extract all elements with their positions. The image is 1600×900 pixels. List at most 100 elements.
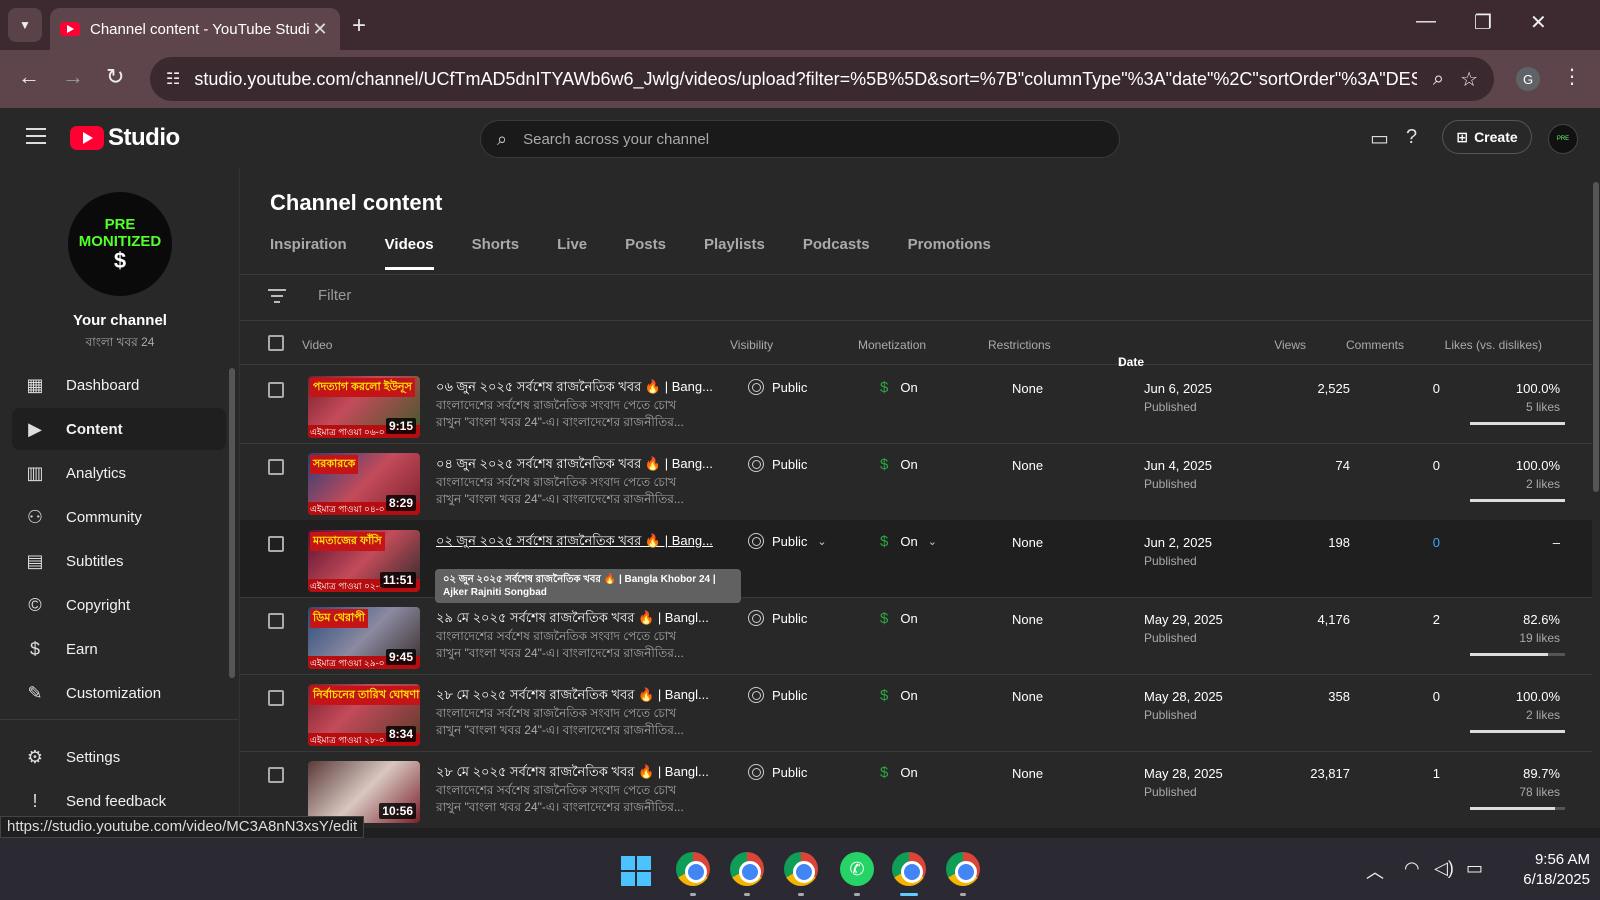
tab-playlists[interactable]: Playlists — [704, 236, 765, 270]
battery-icon[interactable]: ▭ — [1466, 858, 1483, 879]
monetization-cell[interactable]: $ On — [880, 687, 918, 704]
sidebar-item-copyright[interactable]: © Copyright — [12, 584, 226, 626]
video-thumbnail[interactable]: ডিম থেরাপী এইমাত্র পাওয়া ২৯-০ 9:45 — [308, 607, 420, 669]
browser-tab-active[interactable]: Channel content - YouTube Studio ✕ — [50, 8, 340, 50]
sidebar-item-subtitles[interactable]: ▤ Subtitles — [12, 540, 226, 582]
sidebar-item-community[interactable]: ⚇ Community — [12, 496, 226, 538]
row-checkbox[interactable] — [268, 767, 284, 783]
row-checkbox[interactable] — [268, 536, 284, 552]
tab-close-icon[interactable]: ✕ — [310, 19, 330, 40]
sidebar-item-content[interactable]: ▶ Content — [12, 408, 226, 450]
chrome-profile-3-icon[interactable] — [784, 852, 818, 886]
column-header-views[interactable]: Views — [1246, 338, 1306, 352]
column-header-monetization[interactable]: Monetization — [858, 338, 926, 352]
video-thumbnail[interactable]: মমতাজের ফাঁসি এইমাত্র পাওয়া ০২-০ 11:51 — [308, 530, 420, 592]
tab-videos[interactable]: Videos — [384, 236, 434, 270]
visibility-cell[interactable]: Public ⌄ — [748, 533, 827, 549]
chrome-profile-1-icon[interactable] — [676, 852, 710, 886]
url-text[interactable]: studio.youtube.com/channel/UCfTmAD5dnITY… — [194, 69, 1417, 90]
table-row[interactable]: পদত্যাগ করলো ইউনূস এইমাত্র পাওয়া ০৬-০ 9:1… — [240, 366, 1592, 444]
sidebar-scrollbar[interactable] — [229, 368, 235, 678]
search-input[interactable] — [523, 130, 1084, 148]
tab-search-button[interactable]: ▼ — [8, 8, 42, 42]
chrome-profile-2-icon[interactable] — [730, 852, 764, 886]
main-scrollbar[interactable] — [1592, 168, 1600, 828]
new-tab-icon[interactable]: + — [352, 12, 366, 40]
sidebar-item-customization[interactable]: ✎ Customization — [12, 672, 226, 714]
video-title-link[interactable]: ২৮ মে ২০২৫ সর্বশেষ রাজনৈতিক খবর 🔥 | Bang… — [436, 686, 716, 707]
browser-profile-avatar[interactable]: G — [1516, 67, 1540, 91]
filter-input[interactable] — [318, 287, 517, 304]
video-title-link[interactable]: ০৪ জুন ২০২৫ সর্বশেষ রাজনৈতিক খবর 🔥 | Ban… — [436, 455, 716, 476]
monetization-cell[interactable]: $ On ⌄ — [880, 533, 937, 550]
sidebar-item-analytics[interactable]: ▥ Analytics — [12, 452, 226, 494]
monetization-cell[interactable]: $ On — [880, 610, 918, 627]
channel-avatar[interactable]: PRE MONITIZED $ — [68, 192, 172, 296]
visibility-cell[interactable]: Public — [748, 764, 807, 780]
visibility-cell[interactable]: Public — [748, 687, 807, 703]
help-icon[interactable]: ? — [1406, 126, 1417, 149]
comments-value[interactable]: 0 — [1380, 535, 1440, 550]
minimize-icon[interactable]: — — [1416, 10, 1436, 33]
video-title-link[interactable]: ২৯ মে ২০২৫ সর্বশেষ রাজনৈতিক খবর 🔥 | Bang… — [436, 609, 716, 630]
table-row[interactable]: সরকারকে এইমাত্র পাওয়া ০৪-০ 8:29 ০৪ জুন ২০২… — [240, 443, 1592, 521]
back-icon[interactable]: ← — [18, 64, 40, 90]
zoom-icon[interactable]: ⌕ — [1433, 68, 1444, 91]
filter-icon[interactable] — [268, 289, 286, 303]
channel-search[interactable]: ⌕ — [480, 120, 1120, 158]
table-row[interactable]: নির্বাচনের তারিখ ঘোষণা এইমাত্র পাওয়া ২৮-… — [240, 674, 1592, 752]
sidebar-item-settings[interactable]: ⚙ Settings — [12, 736, 226, 778]
window-close-icon[interactable]: ✕ — [1530, 10, 1547, 35]
video-title-link[interactable]: ০২ জুন ২০২৫ সর্বশেষ রাজনৈতিক খবর 🔥 | Ban… — [436, 532, 716, 553]
tab-shorts[interactable]: Shorts — [472, 236, 520, 270]
taskbar-clock[interactable]: 9:56 AM 6/18/2025 — [1496, 850, 1590, 890]
chrome-active-icon[interactable] — [892, 852, 926, 886]
tab-promotions[interactable]: Promotions — [908, 236, 991, 270]
address-bar[interactable]: ☷ studio.youtube.com/channel/UCfTmAD5dnI… — [150, 57, 1494, 101]
sidebar-item-earn[interactable]: $ Earn — [12, 628, 226, 670]
monetization-cell[interactable]: $ On — [880, 764, 918, 781]
studio-logo[interactable]: Studio — [70, 124, 180, 152]
sidebar-item-dashboard[interactable]: ▦ Dashboard — [12, 364, 226, 406]
monetization-cell[interactable]: $ On — [880, 456, 918, 473]
chrome-profile-5-icon[interactable] — [946, 852, 980, 886]
site-settings-icon[interactable]: ☷ — [166, 69, 180, 89]
video-thumbnail[interactable]: সরকারকে এইমাত্র পাওয়া ০৪-০ 8:29 — [308, 453, 420, 515]
video-title-link[interactable]: ০৬ জুন ২০২৫ সর্বশেষ রাজনৈতিক খবর 🔥 | Ban… — [436, 378, 716, 399]
table-row[interactable]: ডিম থেরাপী এইমাত্র পাওয়া ২৯-০ 9:45 ২৯ মে ২… — [240, 597, 1592, 675]
wifi-icon[interactable]: ◠ — [1404, 858, 1420, 879]
messages-icon[interactable]: ▭ — [1370, 126, 1389, 151]
table-row[interactable]: মমতাজের ফাঁসি এইমাত্র পাওয়া ০২-০ 11:51 ০২ … — [240, 520, 1592, 603]
monetization-cell[interactable]: $ On — [880, 379, 918, 396]
visibility-cell[interactable]: Public — [748, 456, 807, 472]
row-checkbox[interactable] — [268, 382, 284, 398]
bookmark-star-icon[interactable]: ☆ — [1460, 67, 1478, 92]
reload-icon[interactable]: ↻ — [106, 64, 124, 90]
select-all-checkbox[interactable] — [268, 335, 284, 351]
tab-live[interactable]: Live — [557, 236, 587, 270]
row-checkbox[interactable] — [268, 459, 284, 475]
tray-chevron-up-icon[interactable]: ︿ — [1366, 858, 1384, 884]
tab-inspiration[interactable]: Inspiration — [270, 236, 347, 270]
browser-menu-icon[interactable]: ⋮ — [1562, 64, 1582, 89]
video-thumbnail[interactable]: নির্বাচনের তারিখ ঘোষণা এইমাত্র পাওয়া ২৮-… — [308, 684, 420, 746]
visibility-cell[interactable]: Public — [748, 379, 807, 395]
column-header-comments[interactable]: Comments — [1332, 338, 1404, 352]
tab-podcasts[interactable]: Podcasts — [803, 236, 870, 270]
table-row[interactable]: 10:56 ২৮ মে ২০২৫ সর্বশেষ রাজনৈতিক খবর 🔥 |… — [240, 751, 1592, 828]
visibility-cell[interactable]: Public — [748, 610, 807, 626]
restore-icon[interactable]: ❐ — [1474, 10, 1492, 35]
volume-icon[interactable]: ◁) — [1434, 858, 1454, 879]
row-checkbox[interactable] — [268, 613, 284, 629]
chevron-down-icon[interactable]: ⌄ — [817, 535, 826, 548]
video-thumbnail[interactable]: 10:56 — [308, 761, 420, 823]
whatsapp-icon[interactable]: ✆ — [840, 852, 874, 886]
column-header-visibility[interactable]: Visibility — [730, 338, 773, 352]
chevron-down-icon[interactable]: ⌄ — [928, 535, 937, 548]
hamburger-menu-icon[interactable] — [26, 128, 46, 144]
create-button[interactable]: ⊞ Create — [1442, 120, 1532, 154]
row-checkbox[interactable] — [268, 690, 284, 706]
forward-icon[interactable]: → — [62, 64, 84, 90]
video-title-link[interactable]: ২৮ মে ২০২৫ সর্বশেষ রাজনৈতিক খবর 🔥 | Bang… — [436, 763, 716, 784]
video-thumbnail[interactable]: পদত্যাগ করলো ইউনূস এইমাত্র পাওয়া ০৬-০ 9:1… — [308, 376, 420, 438]
